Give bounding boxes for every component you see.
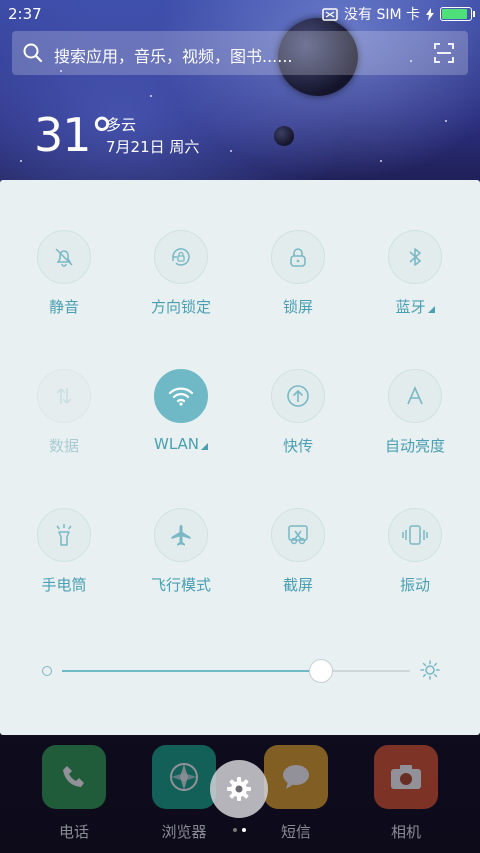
brightness-slider-fill bbox=[62, 670, 320, 672]
message-icon[interactable] bbox=[264, 745, 328, 809]
toggle-label-text: 数据 bbox=[48, 437, 79, 455]
search-bar[interactable]: 搜索应用，音乐，视频，图书...... bbox=[12, 31, 468, 75]
phone-icon[interactable] bbox=[42, 745, 106, 809]
dock-app-camera[interactable]: 相机 bbox=[356, 745, 456, 842]
dock-app-label: 电话 bbox=[58, 823, 89, 841]
dock-app-phone[interactable]: 电话 bbox=[24, 745, 124, 842]
page-dot bbox=[233, 828, 237, 832]
toggle-label-text: 锁屏 bbox=[282, 298, 313, 316]
quick-settings-panel: 静音 方向锁定 锁屏 蓝牙数据 WLAN 快传 自动亮度手电筒 飞行模式 截屏 振动 bbox=[0, 180, 480, 735]
dock-app-label: 短信 bbox=[280, 823, 311, 841]
toggle-rotation-lock[interactable]: 方向锁定 bbox=[121, 230, 241, 317]
toggle-label: 截屏 bbox=[238, 574, 358, 595]
toggle-screenshot[interactable]: 截屏 bbox=[238, 508, 358, 595]
dock-app-label: 浏览器 bbox=[161, 823, 207, 841]
status-time: 2:37 bbox=[8, 5, 42, 23]
bluetooth-icon[interactable] bbox=[388, 230, 442, 284]
battery-level bbox=[442, 9, 467, 19]
toggle-label-text: 蓝牙 bbox=[395, 298, 426, 316]
toggle-label-text: 静音 bbox=[48, 298, 79, 316]
status-bar: 2:37 没有 SIM 卡 bbox=[0, 0, 480, 28]
moon-decoration bbox=[274, 126, 294, 146]
toggle-label: 数据 bbox=[4, 435, 124, 456]
page-indicator bbox=[233, 828, 246, 832]
lock-icon[interactable] bbox=[271, 230, 325, 284]
letter-a-icon[interactable] bbox=[388, 369, 442, 423]
wifi-icon[interactable] bbox=[154, 369, 208, 423]
toggle-flashlight[interactable]: 手电筒 bbox=[4, 508, 124, 595]
toggle-label-text: 振动 bbox=[399, 576, 430, 594]
weather-condition: 多云 bbox=[106, 116, 137, 134]
brightness-slider-thumb[interactable] bbox=[309, 659, 333, 683]
flashlight-icon[interactable] bbox=[37, 508, 91, 562]
weather-date: 7月21日 周六 bbox=[106, 138, 200, 156]
toggle-label: 振动 bbox=[355, 574, 475, 595]
toggle-bluetooth[interactable]: 蓝牙 bbox=[355, 230, 475, 317]
search-input[interactable]: 搜索应用，音乐，视频，图书...... bbox=[54, 43, 293, 67]
search-icon[interactable] bbox=[22, 42, 44, 64]
browser-icon[interactable] bbox=[152, 745, 216, 809]
toggle-label-text: 方向锁定 bbox=[150, 298, 211, 316]
toggle-label-text: 自动亮度 bbox=[384, 437, 445, 455]
brightness-low-icon bbox=[42, 666, 52, 676]
dock-app-label: 相机 bbox=[390, 823, 421, 841]
expand-triangle-icon bbox=[427, 306, 435, 313]
toggle-label: WLAN bbox=[121, 435, 241, 453]
toggle-mute[interactable]: 静音 bbox=[4, 230, 124, 317]
toggle-quick-transfer[interactable]: 快传 bbox=[238, 369, 358, 456]
page-dot bbox=[242, 828, 246, 832]
temperature: 31° bbox=[34, 108, 114, 162]
toggle-data[interactable]: 数据 bbox=[4, 369, 124, 456]
battery-icon bbox=[440, 7, 475, 21]
toggle-label-text: 截屏 bbox=[282, 576, 313, 594]
expand-triangle-icon bbox=[201, 443, 208, 450]
settings-button[interactable] bbox=[210, 760, 268, 818]
toggle-label: 方向锁定 bbox=[121, 296, 241, 317]
carrier-text: 没有 SIM 卡 bbox=[344, 7, 420, 23]
toggle-label: 自动亮度 bbox=[355, 435, 475, 456]
bell-off-icon[interactable] bbox=[37, 230, 91, 284]
toggle-label: 飞行模式 bbox=[121, 574, 241, 595]
toggle-label: 快传 bbox=[238, 435, 358, 456]
status-indicators: 没有 SIM 卡 bbox=[322, 4, 475, 24]
toggle-label-text: 手电筒 bbox=[41, 576, 87, 594]
scan-icon[interactable] bbox=[434, 43, 454, 63]
airplane-icon[interactable] bbox=[154, 508, 208, 562]
toggle-vibrate[interactable]: 振动 bbox=[355, 508, 475, 595]
toggle-airplane[interactable]: 飞行模式 bbox=[121, 508, 241, 595]
toggle-lock-screen[interactable]: 锁屏 bbox=[238, 230, 358, 317]
toggle-label-text: 飞行模式 bbox=[150, 576, 211, 594]
upload-circle-icon[interactable] bbox=[271, 369, 325, 423]
toggle-wlan[interactable]: WLAN bbox=[121, 369, 241, 453]
toggle-label-text: 快传 bbox=[282, 437, 313, 455]
toggle-auto-brightness[interactable]: 自动亮度 bbox=[355, 369, 475, 456]
toggle-label-text: WLAN bbox=[153, 435, 199, 453]
brightness-high-icon bbox=[420, 660, 440, 680]
toggle-label: 锁屏 bbox=[238, 296, 358, 317]
data-arrows-icon[interactable] bbox=[37, 369, 91, 423]
toggle-label: 静音 bbox=[4, 296, 124, 317]
toggle-label: 手电筒 bbox=[4, 574, 124, 595]
toggle-label: 蓝牙 bbox=[355, 296, 475, 317]
vibrate-icon[interactable] bbox=[388, 508, 442, 562]
camera-icon[interactable] bbox=[374, 745, 438, 809]
charging-icon bbox=[426, 7, 434, 21]
rotation-lock-icon[interactable] bbox=[154, 230, 208, 284]
scissors-icon[interactable] bbox=[271, 508, 325, 562]
sim-card-icon bbox=[322, 7, 338, 21]
brightness-slider[interactable] bbox=[62, 659, 410, 683]
gear-icon[interactable] bbox=[226, 776, 252, 802]
